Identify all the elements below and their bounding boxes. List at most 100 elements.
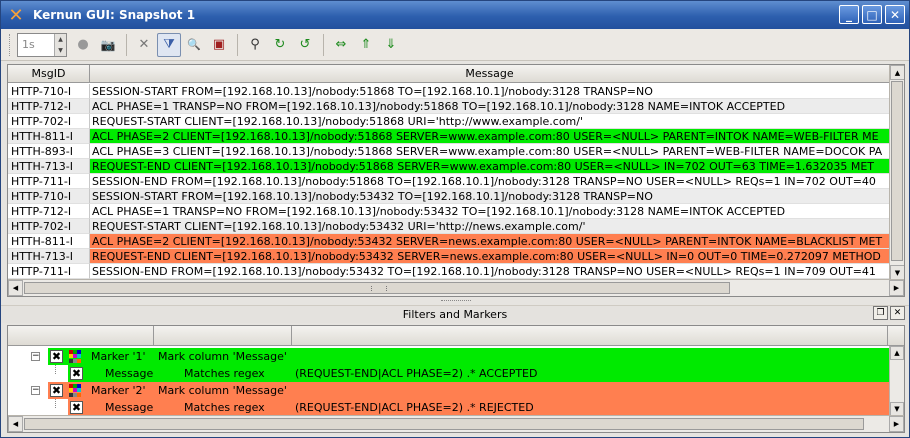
filter-button[interactable]: ⧩ (157, 32, 181, 57)
condition-enabled-checkbox[interactable]: ✖ (70, 401, 83, 414)
marker-enabled-checkbox[interactable]: ✖ (50, 350, 63, 363)
bookmark-button[interactable]: ▣ (207, 33, 231, 57)
marker-label: Marker '2' (91, 384, 146, 397)
scroll-up-arrow-icon[interactable]: ▲ (890, 65, 904, 80)
find-prev-button[interactable]: ↺ (293, 33, 317, 57)
table-row[interactable]: HTTP-712-I ACL PHASE=1 TRANSP=NO FROM=[19… (8, 99, 890, 114)
undock-icon[interactable]: ❐ (873, 306, 888, 320)
log-table-body: HTTP-710-I SESSION-START FROM=[192.168.10… (8, 84, 890, 279)
table-row[interactable]: HTTP-702-I REQUEST-START CLIENT=[192.168.… (8, 114, 890, 129)
scroll-up-arrow-icon[interactable]: ▲ (890, 346, 904, 360)
cell-msgid: HTTP-711-I (8, 264, 90, 279)
filters-horizontal-scrollbar[interactable]: ◀ ◀ ▶ (8, 415, 904, 432)
marker-action: Mark column 'Message' (158, 384, 287, 397)
toolbar-separator (126, 33, 127, 56)
scroll-down-icon: ⇓ (385, 37, 397, 52)
interval-spinbox[interactable]: 1s ▲ ▼ (17, 32, 67, 57)
color-grid-icon[interactable] (69, 350, 82, 363)
marker-condition-row[interactable]: ✖ Message Matches regex (REQUEST-END|ACL… (8, 365, 890, 382)
cell-message: ACL PHASE=3 CLIENT=[192.168.10.13]/nobod… (90, 144, 890, 159)
spin-up-icon[interactable]: ▲ (55, 33, 66, 45)
marker-row[interactable]: − ✖ Marker '1' Mark column 'Message' (8, 348, 890, 365)
table-row[interactable]: HTTP-710-I SESSION-START FROM=[192.168.10… (8, 84, 890, 99)
maximize-button[interactable]: □ (862, 5, 882, 24)
scroll-down-arrow-icon[interactable]: ▼ (890, 402, 904, 416)
scroll-right-arrow-icon[interactable]: ▶ (889, 416, 904, 432)
minimize-button[interactable]: _ (839, 5, 859, 24)
cell-msgid: HTTP-711-I (8, 174, 90, 189)
collapse-icon[interactable]: − (31, 386, 40, 395)
scroll-left-arrow-icon[interactable]: ◀ (8, 280, 23, 296)
collapse-icon[interactable]: − (31, 352, 40, 361)
cell-message: ACL PHASE=2 CLIENT=[192.168.10.13]/nobod… (90, 129, 890, 144)
filters-vertical-scrollbar[interactable]: ▲ ▼ (889, 346, 904, 416)
filters-column-header[interactable] (154, 326, 292, 345)
condition-enabled-checkbox[interactable]: ✖ (70, 367, 83, 380)
table-row[interactable]: HTTH-713-I REQUEST-END CLIENT=[192.168.10… (8, 249, 890, 264)
close-button[interactable]: ✕ (885, 5, 905, 24)
scroll-thumb[interactable] (24, 282, 730, 294)
log-horizontal-scrollbar[interactable]: ◀ ◀ ▶ (8, 279, 904, 296)
table-row[interactable]: HTTP-712-I ACL PHASE=1 TRANSP=NO FROM=[19… (8, 204, 890, 219)
table-row[interactable]: HTTH-713-I REQUEST-END CLIENT=[192.168.10… (8, 159, 890, 174)
scroll-up-button[interactable]: ⇑ (354, 33, 378, 57)
cell-message: SESSION-START FROM=[192.168.10.13]/nobod… (90, 189, 890, 204)
log-vertical-scrollbar[interactable]: ▲ ▼ (889, 65, 904, 280)
table-row[interactable]: HTTH-811-I ACL PHASE=2 CLIENT=[192.168.10… (8, 234, 890, 249)
color-grid-icon[interactable] (69, 384, 82, 397)
table-row[interactable]: HTTP-711-I SESSION-END FROM=[192.168.10.1… (8, 174, 890, 189)
search-button[interactable]: 🔍 (182, 33, 206, 57)
cell-message: ACL PHASE=2 CLIENT=[192.168.10.13]/nobod… (90, 234, 890, 249)
filters-column-header[interactable] (8, 326, 154, 345)
expand-width-button[interactable]: ⇔ (329, 33, 353, 57)
cell-message: REQUEST-START CLIENT=[192.168.10.13]/nob… (90, 114, 890, 129)
filters-column-header[interactable] (292, 326, 888, 345)
window-title: Kernun GUI: Snapshot 1 (33, 8, 196, 22)
snapshot-button[interactable]: 📷 (96, 33, 120, 57)
clear-filter-icon: ✕ (138, 37, 150, 52)
clear-filter-button[interactable]: ✕ (132, 33, 156, 57)
marker-action: Mark column 'Message' (158, 350, 287, 363)
filter-icon: ⧩ (163, 37, 175, 52)
filters-table[interactable]: − ✖ Marker '1' Mark column 'Message' ✖ M… (7, 325, 905, 433)
find-next-button[interactable]: ↻ (268, 33, 292, 57)
toolbar-grip[interactable] (9, 33, 13, 56)
scroll-thumb[interactable] (24, 418, 864, 430)
condition-pattern: (REQUEST-END|ACL PHASE=2) .* REJECTED (295, 401, 534, 414)
log-table-header: MsgID Message (8, 65, 890, 83)
table-row[interactable]: HTTP-702-I REQUEST-START CLIENT=[192.168.… (8, 219, 890, 234)
cell-msgid: HTTH-893-I (8, 144, 90, 159)
marker-condition-row[interactable]: ✖ Message Matches regex (REQUEST-END|ACL… (8, 399, 890, 416)
marker-row[interactable]: − ✖ Marker '2' Mark column 'Message' (8, 382, 890, 399)
scroll-down-button[interactable]: ⇓ (379, 33, 403, 57)
table-row[interactable]: HTTP-710-I SESSION-START FROM=[192.168.10… (8, 189, 890, 204)
column-header-msgid[interactable]: MsgID (8, 65, 90, 82)
log-table[interactable]: MsgID Message HTTP-710-I SESSION-START FR… (7, 64, 905, 297)
condition-column: Message (105, 367, 154, 380)
cell-msgid: HTTP-702-I (8, 114, 90, 129)
scroll-right-arrow-icon[interactable]: ▶ (889, 280, 904, 296)
title-bar[interactable]: ✕ Kernun GUI: Snapshot 1 _ □ ✕ (1, 1, 909, 29)
scroll-down-arrow-icon[interactable]: ▼ (890, 265, 904, 280)
zoom-button[interactable]: ⚲ (243, 33, 267, 57)
close-panel-icon[interactable]: ✕ (890, 306, 905, 320)
tree-line (55, 365, 56, 374)
table-row[interactable]: HTTH-893-I ACL PHASE=3 CLIENT=[192.168.10… (8, 144, 890, 159)
marker-enabled-checkbox[interactable]: ✖ (50, 384, 63, 397)
pane-splitter[interactable] (1, 299, 909, 304)
table-row[interactable]: HTTP-711-I SESSION-END FROM=[192.168.10.1… (8, 264, 890, 279)
spin-down-icon[interactable]: ▼ (55, 44, 66, 56)
scroll-thumb[interactable] (891, 81, 903, 261)
cell-msgid: HTTP-710-I (8, 189, 90, 204)
zoom-icon: ⚲ (250, 37, 260, 52)
cell-message: SESSION-END FROM=[192.168.10.13]/nobody:… (90, 174, 890, 189)
interval-value[interactable]: 1s (18, 34, 54, 56)
play-button[interactable]: ● (71, 33, 95, 57)
column-header-message[interactable]: Message (90, 65, 890, 82)
marker-label: Marker '1' (91, 350, 146, 363)
cell-message: SESSION-START FROM=[192.168.10.13]/nobod… (90, 84, 890, 99)
cell-msgid: HTTH-811-I (8, 234, 90, 249)
find-next-icon: ↻ (274, 37, 286, 52)
scroll-left-arrow-icon[interactable]: ◀ (8, 416, 23, 432)
table-row[interactable]: HTTH-811-I ACL PHASE=2 CLIENT=[192.168.10… (8, 129, 890, 144)
